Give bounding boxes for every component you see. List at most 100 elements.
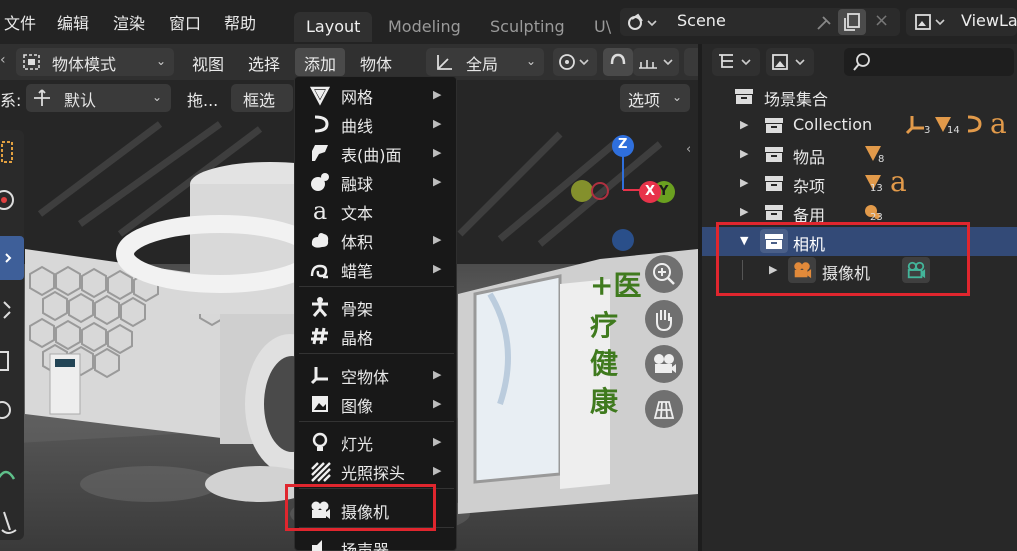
box-select-dropdown[interactable]: 框选 [231,84,293,112]
highlight-camera-outliner [716,222,970,296]
expand-arrow-icon[interactable]: ▶ [740,147,748,160]
orientation-dropdown[interactable]: 默认 ⌄ [26,84,171,112]
curve-icon [967,115,982,133]
outliner-row-collection[interactable]: ▶ Collection 3 14 a [702,107,1017,140]
rotate-icon [3,301,11,319]
expand-arrow-icon[interactable]: ▶ [740,118,748,131]
submenu-arrow-icon: ▶ [433,397,442,410]
camera-view-button[interactable] [645,345,683,383]
menu-help[interactable]: 帮助 [224,10,256,34]
zoom-button[interactable] [645,255,683,293]
tool-annotate[interactable] [0,455,24,499]
menu-separator [299,421,454,422]
armature-icon [312,297,328,317]
pin-icon[interactable] [814,13,834,33]
add-image[interactable]: 图像 ▶ [295,389,458,418]
add-light[interactable]: 灯光 ▶ [295,427,458,456]
light-icon [312,432,328,451]
sidebar-toggle-icon[interactable]: ‹ [686,142,691,157]
snap-toggle[interactable] [603,48,633,76]
tab-layout[interactable]: Layout [294,12,373,42]
left-chevron-icon[interactable]: ‹ [0,52,6,68]
menu-edit[interactable]: 编辑 [57,10,89,34]
outliner-tree-icon [719,54,751,68]
menu-file[interactable]: 文件 [4,10,36,34]
outliner-row-scene-collection[interactable]: 场景集合 [702,82,1017,111]
scene-text-4: 康 [590,385,619,418]
add-light-probe[interactable]: 光照探头 ▶ [295,456,458,485]
add-empty[interactable]: 空物体 ▶ [295,360,458,389]
submenu-arrow-icon: ▶ [433,117,442,130]
add-curve[interactable]: 曲线 ▶ [295,109,458,138]
tool-select-box[interactable] [0,130,24,174]
tool-scale[interactable] [0,340,24,384]
menu-view[interactable]: 视图 [192,51,224,75]
outliner-panel: 场景集合 ▶ Collection 3 14 a ▶ 物品 8 ▶ 杂项 13 … [702,44,1017,551]
mesh-icon [309,86,331,106]
options-label: 选项 [628,91,661,110]
tool-move[interactable] [0,236,24,280]
chevron-down-icon: ⌄ [152,90,163,104]
gizmo-x-label: X [645,184,656,199]
menu-add[interactable]: 添加 [295,48,345,76]
add-text[interactable]: a 文本 [295,196,458,225]
expand-arrow-icon[interactable]: ▶ [740,176,748,189]
pan-button[interactable] [645,300,683,338]
pivot-dropdown[interactable] [553,48,597,76]
add-speaker[interactable]: 扬声器 [295,533,458,551]
add-armature[interactable]: 骨架 [295,292,458,321]
magnet-icon [610,53,626,65]
add-metaball[interactable]: 融球 ▶ [295,167,458,196]
tool-cursor[interactable] [0,180,24,224]
scene-name: Scene [677,11,726,30]
display-mode-dropdown[interactable] [712,48,760,76]
scene-selector[interactable]: Scene × [620,8,900,36]
menu-separator [299,353,454,354]
duplicate-icon [844,13,860,31]
tab-modeling[interactable]: Modeling [376,12,473,42]
ortho-toggle-button[interactable] [645,390,683,428]
snap-increment-icon [639,59,673,69]
tool-measure[interactable] [0,500,24,544]
collection-icon [765,118,783,133]
outliner-search-input[interactable] [844,48,1014,76]
menu-window[interactable]: 窗口 [169,10,201,34]
add-mesh[interactable]: 网格 ▶ [295,80,458,109]
scene-icon [628,13,657,30]
outliner-row-items[interactable]: ▶ 物品 8 [702,140,1017,169]
tool-rotate[interactable] [0,290,24,334]
transform-orientation-dropdown[interactable]: 全局 ⌄ [426,48,544,76]
snap-target-dropdown[interactable] [633,48,679,76]
axis-icon [437,55,452,70]
speaker-icon [312,540,322,551]
add-surface[interactable]: 表(曲)面 ▶ [295,138,458,167]
mode-label: 物体模式 [52,55,117,74]
add-menu-dropdown: 网格 ▶ 曲线 ▶ 表(曲)面 ▶ 融球 ▶ a 文本 体积 ▶ 蜡笔 ▶ 骨架… [294,76,457,551]
zoom-icon [653,263,675,285]
collection-icon [765,147,783,162]
outliner-row-misc[interactable]: ▶ 杂项 13 a [702,165,1017,198]
menu-render[interactable]: 渲染 [113,10,145,34]
viewlayer-selector[interactable]: ViewLa [906,8,1017,36]
highlight-camera-menu-item [285,484,436,531]
add-grease-pencil[interactable]: 蜡笔 ▶ [295,254,458,283]
add-lattice[interactable]: 晶格 [295,321,458,350]
select-box-icon [1,141,13,163]
tab-sculpting[interactable]: Sculpting [478,12,577,42]
close-icon[interactable]: × [874,10,889,31]
menu-select[interactable]: 选择 [248,51,280,75]
move-icon [5,253,12,263]
add-volume[interactable]: 体积 ▶ [295,225,458,254]
tab-uv[interactable]: U\ [582,12,623,42]
camera-icon [654,354,676,373]
text-object-icon: a [990,107,1007,140]
mode-dropdown[interactable]: 物体模式 ⌄ [16,48,174,76]
filter-dropdown[interactable] [766,48,814,76]
menu-object[interactable]: 物体 [360,51,392,75]
expand-arrow-icon[interactable]: ▶ [740,205,748,218]
curve-icon [314,115,329,133]
tool-transform[interactable] [0,388,24,432]
new-scene-button[interactable] [838,9,866,35]
options-dropdown[interactable]: 选项 ⌄ [620,84,690,112]
proportional-edit-toggle[interactable] [684,48,698,76]
